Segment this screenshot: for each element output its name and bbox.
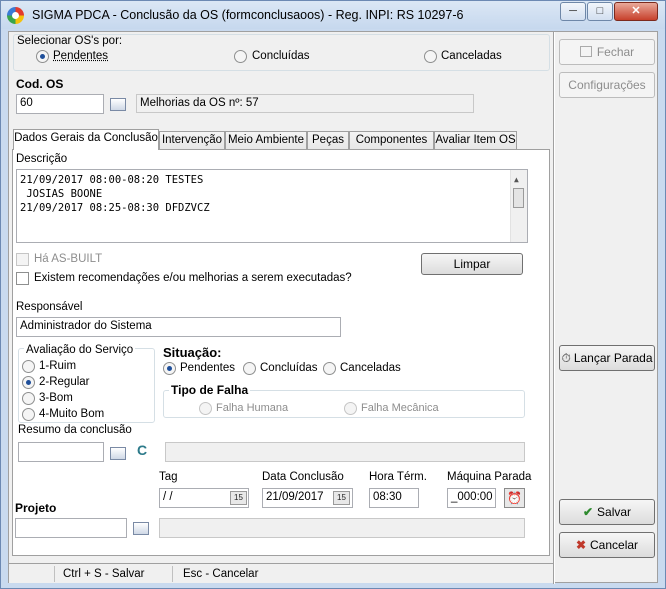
avaliacao-option-regular[interactable]: 2-Regular	[39, 376, 90, 388]
filter-radio-pendentes[interactable]	[36, 50, 49, 63]
responsavel-input[interactable]: Administrador do Sistema	[16, 317, 341, 337]
falha-mecanica-label[interactable]: Falha Mecânica	[361, 402, 439, 414]
cod-os-label: Cod. OS	[16, 77, 64, 91]
salvar-label: Salvar	[597, 505, 632, 519]
responsavel-label: Responsável	[16, 301, 83, 313]
filter-radio-concluidas[interactable]	[234, 50, 247, 63]
falha-humana-label[interactable]: Falha Humana	[216, 402, 288, 414]
status-hint-save: Ctrl + S - Salvar	[63, 566, 173, 582]
main-window: SIGMA PDCA - Conclusão da OS (formconclu…	[0, 0, 666, 589]
lancar-parada-button[interactable]: ⏱ Lançar Parada	[559, 345, 655, 371]
resumo-lookup-icon[interactable]	[110, 447, 126, 460]
situacao-option-concluidas[interactable]: Concluídas	[260, 362, 318, 374]
descricao-label: Descrição	[16, 153, 68, 165]
fechar-label: Fechar	[596, 45, 635, 59]
hora-termino-label: Hora Térm.	[369, 471, 427, 483]
resumo-code-input[interactable]	[18, 442, 104, 462]
divider	[554, 32, 555, 584]
close-button[interactable]: ✕	[614, 2, 658, 21]
save-check-icon: ✔	[582, 505, 594, 519]
status-cell	[11, 566, 55, 582]
situacao-option-canceladas[interactable]: Canceladas	[340, 362, 401, 374]
projeto-lookup-icon[interactable]	[133, 522, 149, 535]
resumo-text-field	[165, 442, 525, 462]
tab-meio-ambiente[interactable]: Meio Ambiente	[225, 131, 307, 150]
resumo-label: Resumo da conclusão	[18, 424, 132, 436]
tab-componentes[interactable]: Componentes	[349, 131, 434, 150]
avaliacao-radio-bom[interactable]	[22, 392, 35, 405]
scroll-thumb[interactable]	[513, 188, 524, 208]
app-logo-icon	[7, 7, 24, 24]
tab-panel-dados-gerais: Descrição 21/09/2017 08:00-08:20 TESTES …	[12, 149, 550, 556]
as-built-label: Há AS-BUILT	[34, 253, 103, 265]
cancelar-label: Cancelar	[590, 538, 639, 552]
falha-mecanica-radio[interactable]	[344, 402, 357, 415]
tab-intervencao[interactable]: Intervenção	[159, 131, 225, 150]
avaliacao-radio-regular[interactable]	[22, 376, 35, 389]
hora-termino-input[interactable]: 08:30	[369, 488, 419, 508]
situacao-title: Situação:	[163, 345, 222, 360]
status-bar: Ctrl + S - Salvar Esc - Cancelar	[9, 563, 553, 583]
fechar-button[interactable]: Fechar	[559, 39, 655, 65]
descricao-line: JOSIAS BOONE	[20, 188, 103, 200]
as-built-checkbox[interactable]	[16, 253, 29, 266]
door-icon	[579, 46, 592, 57]
stopwatch-icon: ⏱	[561, 351, 571, 365]
descricao-line: 21/09/2017 08:25-08:30 DFDZVCZ	[20, 202, 210, 214]
descricao-memo[interactable]: 21/09/2017 08:00-08:20 TESTES JOSIAS BOO…	[16, 169, 528, 243]
recomendacoes-checkbox[interactable]	[16, 272, 29, 285]
cancelar-button[interactable]: ✖ Cancelar	[559, 532, 655, 558]
maximize-button[interactable]: □	[587, 2, 613, 21]
avaliacao-option-muito-bom[interactable]: 4-Muito Bom	[39, 408, 104, 420]
filter-option-concluidas[interactable]: Concluídas	[252, 50, 310, 62]
situacao-radio-concluidas[interactable]	[243, 362, 256, 375]
cancel-x-icon: ✖	[575, 538, 587, 552]
data-calendar-icon[interactable]: 15	[333, 491, 350, 505]
recomendacoes-label: Existem recomendações e/ou melhorias a s…	[34, 272, 352, 284]
tab-dados-gerais[interactable]: Dados Gerais da Conclusão	[13, 129, 159, 150]
title-bar[interactable]: SIGMA PDCA - Conclusão da OS (formconclu…	[1, 1, 665, 29]
data-conclusao-label: Data Conclusão	[262, 471, 344, 483]
avaliacao-title: Avaliação do Serviço	[24, 344, 136, 356]
scroll-up-icon[interactable]: ▲	[514, 173, 519, 187]
descricao-line: 21/09/2017 08:00-08:20 TESTES	[20, 174, 204, 186]
tab-pecas[interactable]: Peças	[307, 131, 349, 150]
salvar-button[interactable]: ✔ Salvar	[559, 499, 655, 525]
situacao-radio-canceladas[interactable]	[323, 362, 336, 375]
client-area: Selecionar OS's por: Pendentes Concluída…	[8, 31, 658, 584]
avaliacao-option-bom[interactable]: 3-Bom	[39, 392, 73, 404]
window-title: SIGMA PDCA - Conclusão da OS (formconclu…	[32, 8, 464, 22]
avaliacao-option-ruim[interactable]: 1-Ruim	[39, 360, 76, 372]
situacao-option-pendentes[interactable]: Pendentes	[180, 362, 235, 374]
tag-label: Tag	[159, 471, 178, 483]
tipo-falha-title: Tipo de Falha	[169, 383, 251, 397]
scrollbar[interactable]: ▲	[510, 170, 527, 242]
lookup-icon[interactable]	[110, 98, 126, 111]
filter-option-canceladas[interactable]: Canceladas	[441, 50, 502, 62]
minimize-button[interactable]: ─	[560, 2, 586, 21]
avaliacao-radio-muito-bom[interactable]	[22, 408, 35, 421]
projeto-label: Projeto	[15, 501, 57, 515]
situacao-radio-pendentes[interactable]	[163, 362, 176, 375]
alarm-clock-icon[interactable]: ⏰	[504, 488, 525, 508]
maquina-parada-label: Máquina Parada	[447, 471, 532, 483]
projeto-text-field	[159, 518, 525, 538]
projeto-code-input[interactable]	[15, 518, 127, 538]
avaliacao-radio-ruim[interactable]	[22, 360, 35, 373]
falha-humana-radio[interactable]	[199, 402, 212, 415]
filter-radio-canceladas[interactable]	[424, 50, 437, 63]
resumo-clear-button[interactable]: C	[137, 442, 147, 458]
os-description-field: Melhorias da OS nº: 57	[136, 94, 474, 113]
limpar-button[interactable]: Limpar	[421, 253, 523, 275]
filter-option-pendentes[interactable]: Pendentes	[53, 50, 108, 62]
tab-avaliar-item-os[interactable]: Avaliar Item OS	[434, 131, 517, 150]
lancar-parada-label: Lançar Parada	[573, 351, 653, 365]
filter-label: Selecionar OS's por:	[17, 35, 123, 47]
status-hint-cancel: Esc - Cancelar	[183, 568, 259, 580]
tag-calendar-icon[interactable]: 15	[230, 491, 247, 505]
maquina-parada-input[interactable]: _000:00	[447, 488, 496, 508]
cod-os-input[interactable]: 60	[16, 94, 104, 114]
configuracoes-button[interactable]: Configurações	[559, 72, 655, 98]
